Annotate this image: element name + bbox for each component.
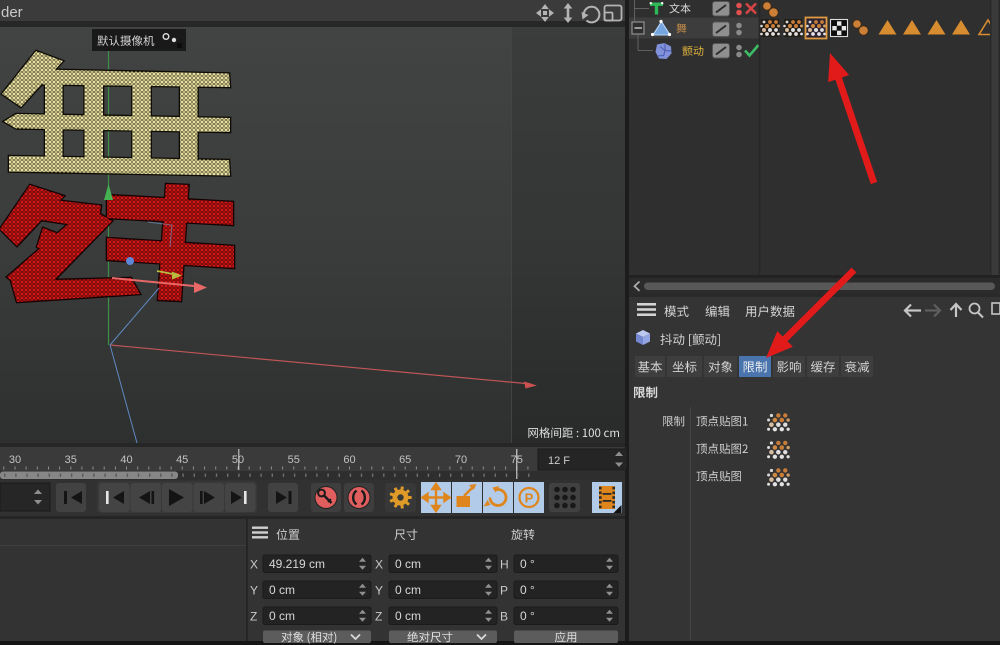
svg-text:0 cm: 0 cm xyxy=(395,583,421,597)
svg-text:40: 40 xyxy=(120,454,132,466)
svg-text:X: X xyxy=(375,558,383,572)
svg-text:X: X xyxy=(250,558,258,572)
svg-text:0 °: 0 ° xyxy=(520,583,535,597)
svg-text:60: 60 xyxy=(343,454,355,466)
svg-text:0 cm: 0 cm xyxy=(395,557,421,571)
svg-text:12 F: 12 F xyxy=(548,455,570,467)
svg-text:P: P xyxy=(525,491,534,506)
svg-text:65: 65 xyxy=(399,454,411,466)
svg-text:70: 70 xyxy=(455,454,467,466)
svg-text:P: P xyxy=(500,584,508,598)
svg-text:55: 55 xyxy=(288,454,300,466)
svg-text:0 °: 0 ° xyxy=(520,609,535,623)
svg-text:Z: Z xyxy=(375,610,382,624)
svg-text:Y: Y xyxy=(375,584,383,598)
svg-text:0 cm: 0 cm xyxy=(269,609,295,623)
svg-text:50: 50 xyxy=(232,454,244,466)
svg-text:0 cm: 0 cm xyxy=(395,609,421,623)
svg-text:Z: Z xyxy=(250,610,257,624)
svg-text:der: der xyxy=(1,4,23,21)
svg-text:H: H xyxy=(500,558,509,572)
svg-text:45: 45 xyxy=(176,454,188,466)
svg-text:49.219 cm: 49.219 cm xyxy=(269,557,325,571)
svg-text:35: 35 xyxy=(65,454,77,466)
svg-text:0 cm: 0 cm xyxy=(269,583,295,597)
svg-text:B: B xyxy=(500,610,508,624)
svg-text:0 °: 0 ° xyxy=(520,557,535,571)
svg-text:Y: Y xyxy=(250,584,258,598)
svg-text:30: 30 xyxy=(9,454,21,466)
